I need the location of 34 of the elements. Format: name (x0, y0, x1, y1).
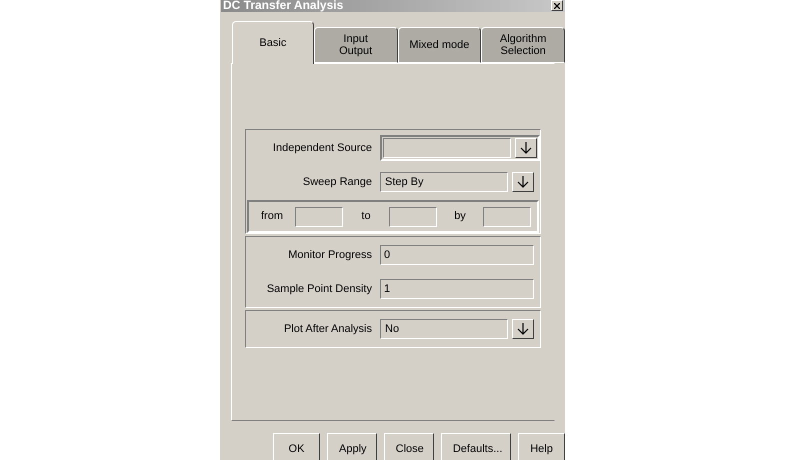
window-title: DC Transfer Analysis (222, 0, 344, 10)
arrow-down-icon (520, 141, 532, 155)
dropdown-button[interactable] (515, 138, 537, 158)
dropdown-field[interactable]: No (380, 319, 508, 339)
dialog-button[interactable]: Help (518, 433, 565, 460)
input-field[interactable]: 0 (380, 245, 534, 265)
tab[interactable]: Basic (232, 21, 314, 64)
range-label: to (360, 209, 372, 224)
close-icon (554, 2, 560, 8)
range-label: by (453, 209, 467, 224)
tab[interactable]: Mixed mode (398, 27, 482, 63)
dropdown-button[interactable] (512, 172, 534, 192)
input-field[interactable] (295, 206, 343, 226)
arrow-down-icon (517, 175, 529, 189)
range-label: from (260, 209, 284, 224)
input-field[interactable] (483, 206, 531, 226)
tab[interactable]: Algorithm Selection (481, 27, 566, 63)
dialog-button[interactable]: Apply (327, 433, 377, 460)
dropdown-field[interactable]: Step By (380, 172, 508, 192)
dropdown-field[interactable] (383, 138, 511, 158)
field-label: Sample Point Density (266, 282, 373, 297)
input-field[interactable] (389, 206, 437, 226)
dialog-button[interactable]: Defaults... (440, 433, 511, 460)
dropdown-button[interactable] (512, 319, 534, 339)
field-label: Sweep Range (302, 174, 373, 190)
dialog-button[interactable]: Close (384, 433, 434, 460)
tab[interactable]: Input Output (314, 27, 398, 63)
dialog-button[interactable]: OK (273, 433, 320, 460)
input-field[interactable]: 1 (380, 279, 534, 299)
arrow-down-icon (517, 322, 529, 336)
close-button[interactable] (551, 0, 563, 11)
field-label: Monitor Progress (287, 248, 373, 263)
field-label: Plot After Analysis (282, 322, 373, 337)
field-label: Independent Source (272, 140, 373, 156)
